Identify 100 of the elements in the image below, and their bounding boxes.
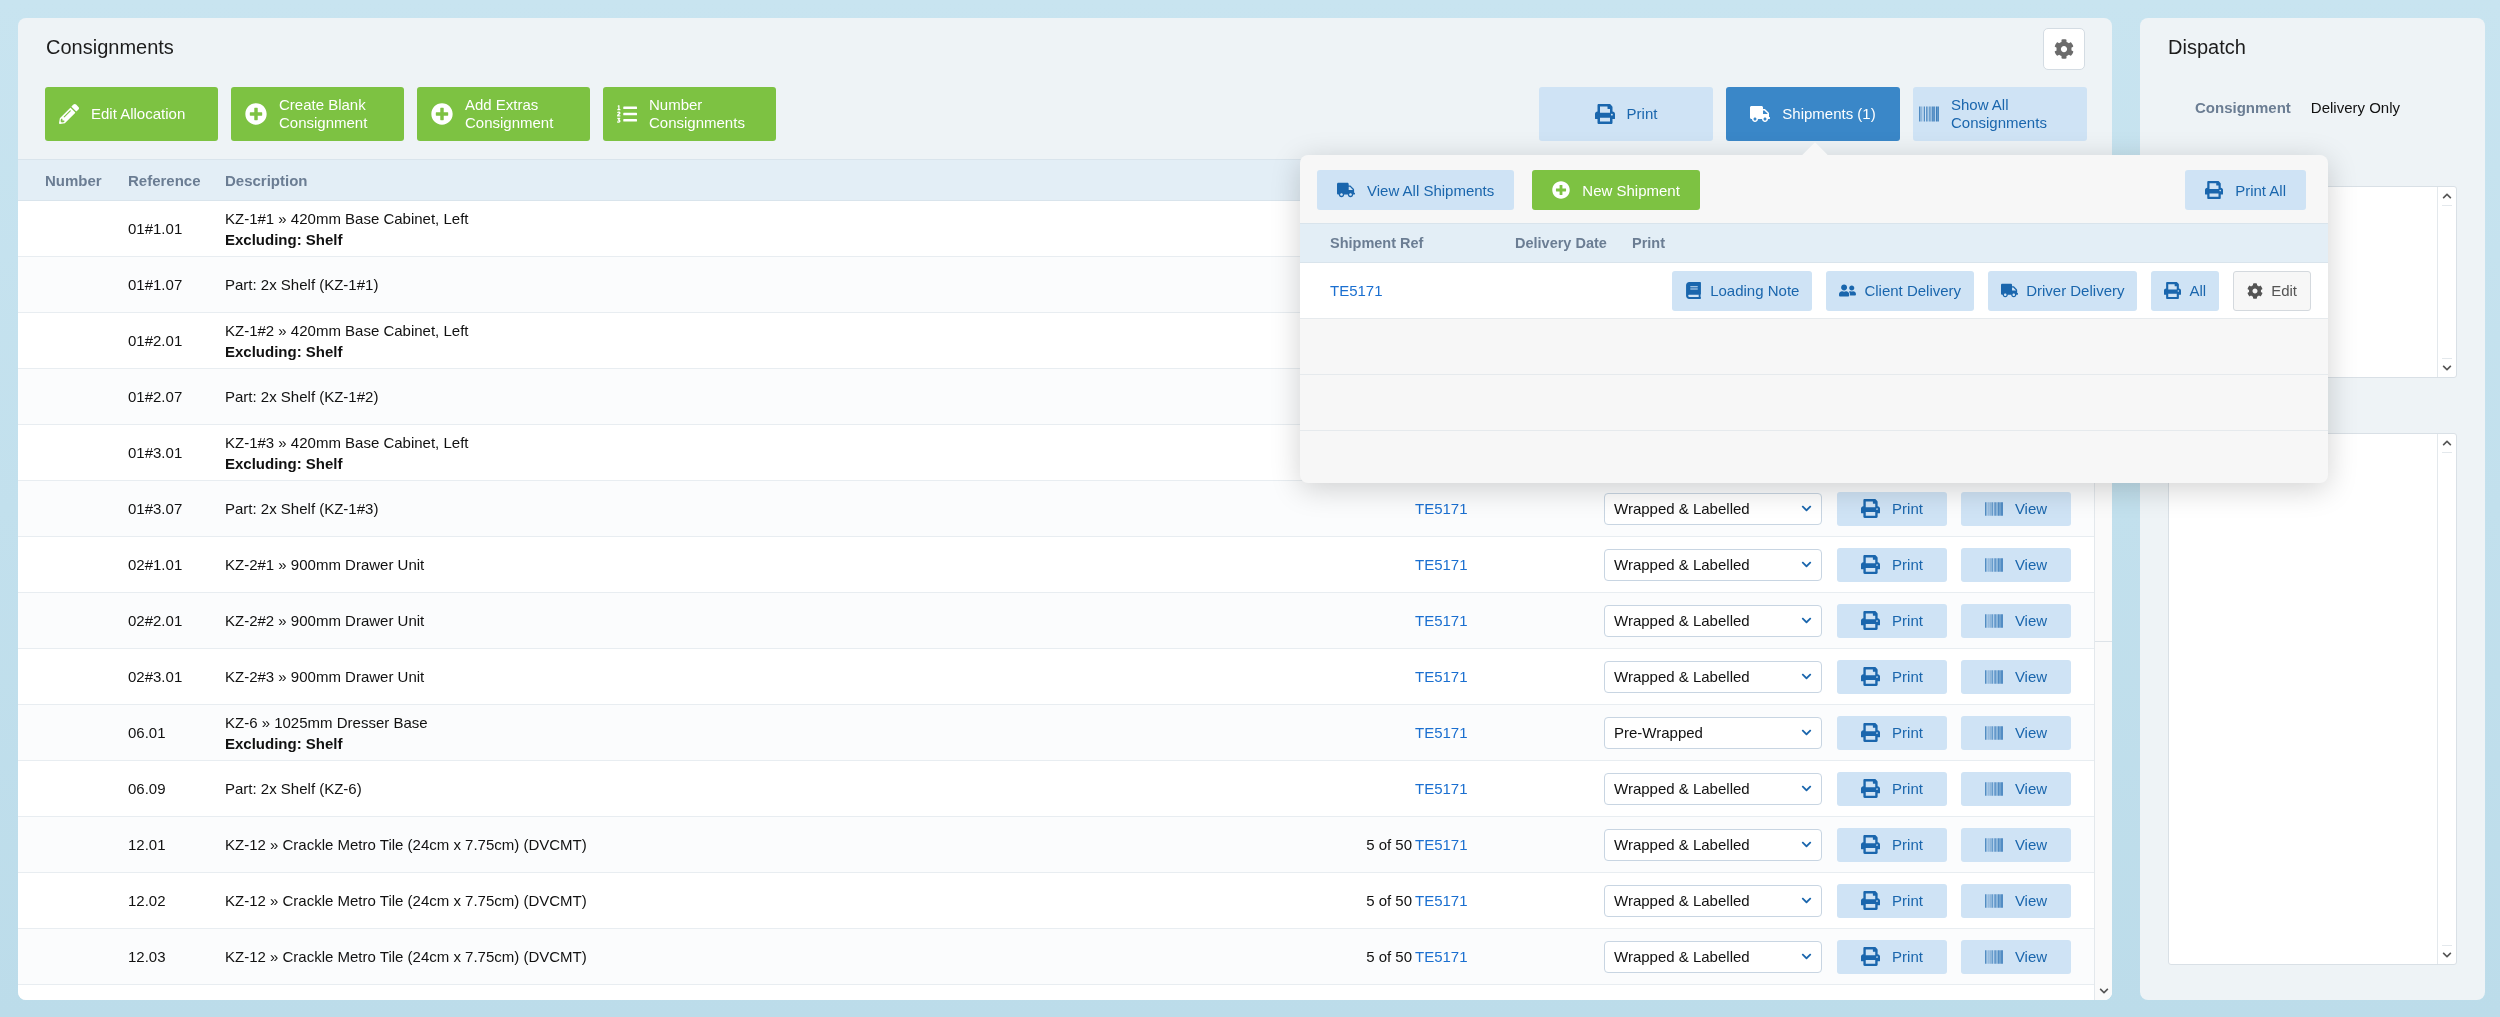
shipment-link[interactable]: TE5171 — [1412, 556, 1604, 573]
description-cell-text: KZ-12 » Crackle Metro Tile (24cm x 7.75cm) (DVCMT) — [225, 947, 588, 967]
row-action-button[interactable]: View — [1961, 603, 2071, 638]
reference-cell-text: 01#1.01 — [128, 220, 184, 237]
description-cell-text: KZ-1#1 » 420mm Base Cabinet, Left — [225, 208, 470, 229]
row-action-button[interactable]: Print — [1837, 715, 1947, 750]
scroll-up-icon[interactable] — [2442, 191, 2452, 201]
quantity-cell-text: 5 of 50 — [1365, 948, 1412, 965]
description-cell-text: KZ-1#3 » 420mm Base Cabinet, Left — [225, 432, 470, 453]
row-action-button[interactable]: Print — [1837, 883, 1947, 918]
status-dropdown[interactable]: Wrapped & Labelled — [1604, 660, 1822, 693]
print-option-button[interactable]: Edit — [2233, 270, 2311, 311]
printer-icon — [1594, 104, 1615, 124]
printer-icon — [1861, 499, 1881, 518]
toolbar-button[interactable]: Print — [1539, 87, 1713, 141]
popover-button[interactable]: View All Shipments — [1317, 170, 1515, 210]
row-action-button[interactable]: View — [1961, 827, 2071, 862]
status-dropdown[interactable]: Wrapped & Labelled — [1604, 548, 1822, 581]
print-option-button[interactable]: Driver Delivery — [1988, 270, 2138, 311]
column-header: Description — [225, 171, 309, 189]
printer-icon — [1861, 891, 1881, 910]
chevron-down-icon — [1801, 727, 1812, 738]
status-dropdown[interactable]: Wrapped & Labelled — [1604, 772, 1822, 805]
shipment-link[interactable]: TE5171 — [1412, 668, 1604, 685]
printer-icon — [2205, 181, 2224, 199]
row-action-button[interactable]: Print — [1837, 939, 1947, 974]
people-icon — [1839, 282, 1857, 299]
pencil-icon — [59, 104, 79, 124]
barcode-icon — [1984, 835, 2003, 854]
reference-cell-text: 02#1.01 — [128, 556, 184, 573]
field-value: Delivery Only — [2310, 99, 2401, 116]
shipment-link[interactable]: TE5171 — [1412, 780, 1604, 797]
notes-field[interactable] — [2168, 433, 2457, 965]
barcode-icon — [1984, 611, 2003, 630]
printer-icon — [1861, 611, 1881, 630]
barcode-icon — [1984, 723, 2003, 742]
status-dropdown[interactable]: Wrapped & Labelled — [1604, 884, 1822, 917]
field-label: Consignment — [2195, 99, 2291, 116]
row-action-button[interactable]: Print — [1837, 827, 1947, 862]
description-cell-text: Part: 2x Shelf (KZ-1#3) — [225, 499, 380, 519]
scroll-down-icon[interactable] — [2442, 950, 2452, 960]
panel-title: Dispatch — [2168, 35, 2247, 59]
status-dropdown[interactable]: Wrapped & Labelled — [1604, 604, 1822, 637]
column-header: Delivery Date — [1515, 235, 1608, 251]
barcode-icon — [1984, 947, 2003, 966]
row-action-button[interactable]: View — [1961, 491, 2071, 526]
shipment-link[interactable]: TE5171 — [1412, 948, 1604, 965]
print-option-button[interactable]: All — [2151, 270, 2220, 311]
scroll-down-icon[interactable] — [2098, 986, 2109, 996]
status-dropdown[interactable]: Pre-Wrapped — [1604, 716, 1822, 749]
row-action-button[interactable]: Print — [1837, 491, 1947, 526]
column-header: Shipment Ref — [1330, 235, 1425, 251]
description-cell-text: Part: 2x Shelf (KZ-6) — [225, 779, 363, 799]
toolbar-button[interactable]: Show All Consignments — [1913, 87, 2087, 141]
shipment-link[interactable]: TE5171 — [1412, 724, 1604, 741]
shipment-link[interactable]: TE5171 — [1412, 836, 1604, 853]
row-action-button[interactable]: View — [1961, 715, 2071, 750]
toolbar-button[interactable]: Shipments (1) — [1726, 87, 1900, 141]
shipment-link[interactable]: TE5171 — [1412, 612, 1604, 629]
barcode-icon — [1984, 779, 2003, 798]
settings-button[interactable] — [2043, 28, 2085, 70]
reference-cell-text: 01#3.07 — [128, 500, 184, 517]
print-option-button[interactable]: Client Delivery — [1826, 270, 1975, 311]
print-option-button[interactable]: Loading Note — [1672, 270, 1813, 311]
popover-button[interactable]: Print All — [2185, 170, 2306, 210]
numbered-list-icon — [617, 104, 637, 124]
printer-icon — [2164, 282, 2182, 299]
scroll-down-icon[interactable] — [2442, 363, 2452, 373]
column-header: Reference — [128, 171, 202, 189]
scroll-up-icon[interactable] — [2442, 438, 2452, 448]
chevron-down-icon — [1801, 503, 1812, 514]
row-action-button[interactable]: View — [1961, 883, 2071, 918]
status-dropdown[interactable]: Wrapped & Labelled — [1604, 940, 1822, 973]
reference-cell-text: 01#3.01 — [128, 444, 184, 461]
description-cell-text: KZ-6 » 1025mm Dresser Base — [225, 712, 429, 733]
reference-cell-text: 01#1.07 — [128, 276, 184, 293]
row-action-button[interactable]: Print — [1837, 659, 1947, 694]
status-dropdown[interactable]: Wrapped & Labelled — [1604, 828, 1822, 861]
settings-icon — [2054, 39, 2074, 59]
printer-icon — [1861, 835, 1881, 854]
reference-cell-text: 12.01 — [128, 836, 167, 853]
row-action-button[interactable]: View — [1961, 659, 2071, 694]
reference-cell-text: 12.03 — [128, 948, 167, 965]
shipment-link[interactable]: TE5171 — [1330, 282, 1383, 299]
printer-icon — [1861, 723, 1881, 742]
row-action-button[interactable]: Print — [1837, 603, 1947, 638]
shipment-link[interactable]: TE5171 — [1412, 500, 1604, 517]
exclusion-note: Excluding: Shelf — [225, 453, 344, 474]
row-action-button[interactable]: Print — [1837, 771, 1947, 806]
status-dropdown[interactable]: Wrapped & Labelled — [1604, 492, 1822, 525]
description-cell-text: KZ-2#1 » 900mm Drawer Unit — [225, 555, 426, 575]
row-action-button[interactable]: Print — [1837, 547, 1947, 582]
truck-icon — [1750, 104, 1771, 124]
row-action-button[interactable]: View — [1961, 547, 2071, 582]
chevron-down-icon — [1801, 783, 1812, 794]
reference-cell-text: 06.01 — [128, 724, 167, 741]
row-action-button[interactable]: View — [1961, 771, 2071, 806]
description-cell-text: KZ-12 » Crackle Metro Tile (24cm x 7.75cm) (DVCMT) — [225, 835, 588, 855]
shipment-link[interactable]: TE5171 — [1412, 892, 1604, 909]
row-action-button[interactable]: View — [1961, 939, 2071, 974]
